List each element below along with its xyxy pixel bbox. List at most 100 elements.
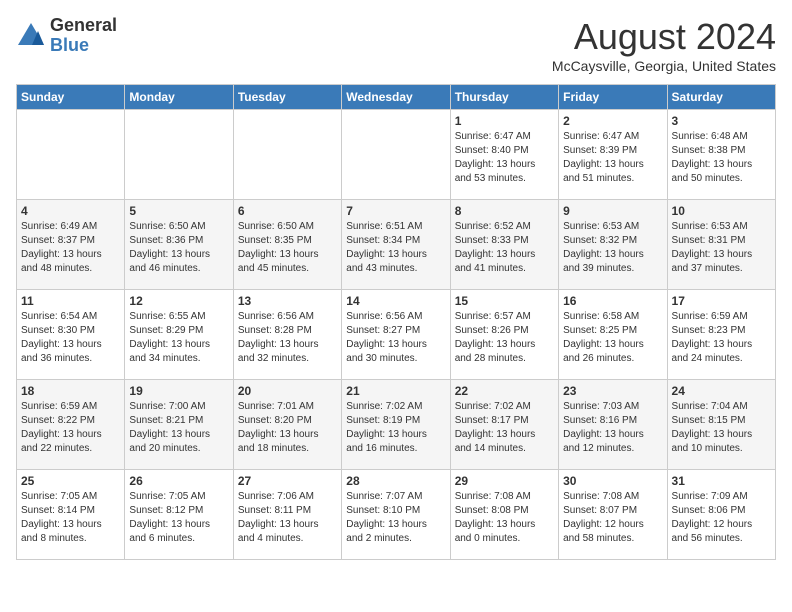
day-info: Sunrise: 7:07 AM Sunset: 8:10 PM Dayligh…	[346, 490, 445, 546]
day-info: Sunrise: 7:04 AM Sunset: 8:15 PM Dayligh…	[672, 400, 771, 456]
day-cell	[233, 110, 341, 200]
day-cell: 22 Sunrise: 7:02 AM Sunset: 8:17 PM Dayli…	[450, 380, 558, 470]
logo-text: General Blue	[50, 16, 117, 56]
day-info: Sunrise: 7:06 AM Sunset: 8:11 PM Dayligh…	[238, 490, 337, 546]
header-tuesday: Tuesday	[233, 85, 341, 110]
day-info: Sunrise: 7:05 AM Sunset: 8:14 PM Dayligh…	[21, 490, 120, 546]
day-number: 16	[563, 294, 662, 308]
day-info: Sunrise: 7:00 AM Sunset: 8:21 PM Dayligh…	[129, 400, 228, 456]
page-header: General Blue August 2024 McCaysville, Ge…	[16, 16, 776, 74]
day-cell: 30Sunrise: 7:08 AM Sunset: 8:07 PM Dayli…	[559, 470, 667, 560]
day-info: Sunrise: 7:03 AM Sunset: 8:16 PM Dayligh…	[563, 400, 662, 456]
day-number: 10	[672, 204, 771, 218]
day-number: 31	[672, 474, 771, 488]
day-info: Sunrise: 6:54 AM Sunset: 8:30 PM Dayligh…	[21, 310, 120, 366]
day-info: Sunrise: 6:52 AM Sunset: 8:33 PM Dayligh…	[455, 220, 554, 276]
day-info: Sunrise: 6:47 AM Sunset: 8:40 PM Dayligh…	[455, 130, 554, 186]
day-info: Sunrise: 6:57 AM Sunset: 8:26 PM Dayligh…	[455, 310, 554, 366]
day-number: 24	[672, 384, 771, 398]
day-info: Sunrise: 7:02 AM Sunset: 8:17 PM Dayligh…	[455, 400, 554, 456]
day-info: Sunrise: 6:59 AM Sunset: 8:23 PM Dayligh…	[672, 310, 771, 366]
day-info: Sunrise: 6:47 AM Sunset: 8:39 PM Dayligh…	[563, 130, 662, 186]
logo-general: General	[50, 16, 117, 36]
day-cell: 23 Sunrise: 7:03 AM Sunset: 8:16 PM Dayli…	[559, 380, 667, 470]
day-cell: 17 Sunrise: 6:59 AM Sunset: 8:23 PM Dayli…	[667, 290, 775, 380]
day-cell: 12 Sunrise: 6:55 AM Sunset: 8:29 PM Dayli…	[125, 290, 233, 380]
day-info: Sunrise: 6:53 AM Sunset: 8:32 PM Dayligh…	[563, 220, 662, 276]
day-info: Sunrise: 6:48 AM Sunset: 8:38 PM Dayligh…	[672, 130, 771, 186]
day-number: 8	[455, 204, 554, 218]
day-number: 4	[21, 204, 120, 218]
day-number: 20	[238, 384, 337, 398]
day-cell: 20 Sunrise: 7:01 AM Sunset: 8:20 PM Dayli…	[233, 380, 341, 470]
header-friday: Friday	[559, 85, 667, 110]
header-row: SundayMondayTuesdayWednesdayThursdayFrid…	[17, 85, 776, 110]
day-number: 29	[455, 474, 554, 488]
day-info: Sunrise: 6:53 AM Sunset: 8:31 PM Dayligh…	[672, 220, 771, 276]
day-cell: 10 Sunrise: 6:53 AM Sunset: 8:31 PM Dayli…	[667, 200, 775, 290]
day-info: Sunrise: 6:49 AM Sunset: 8:37 PM Dayligh…	[21, 220, 120, 276]
day-info: Sunrise: 7:08 AM Sunset: 8:08 PM Dayligh…	[455, 490, 554, 546]
day-cell: 1 Sunrise: 6:47 AM Sunset: 8:40 PM Daylig…	[450, 110, 558, 200]
day-cell: 14Sunrise: 6:56 AM Sunset: 8:27 PM Dayli…	[342, 290, 450, 380]
day-number: 13	[238, 294, 337, 308]
day-info: Sunrise: 6:58 AM Sunset: 8:25 PM Dayligh…	[563, 310, 662, 366]
day-number: 26	[129, 474, 228, 488]
day-cell: 19Sunrise: 7:00 AM Sunset: 8:21 PM Dayli…	[125, 380, 233, 470]
day-cell: 26 Sunrise: 7:05 AM Sunset: 8:12 PM Dayli…	[125, 470, 233, 560]
day-cell: 29 Sunrise: 7:08 AM Sunset: 8:08 PM Dayli…	[450, 470, 558, 560]
day-cell: 6 Sunrise: 6:50 AM Sunset: 8:35 PM Daylig…	[233, 200, 341, 290]
day-info: Sunrise: 6:50 AM Sunset: 8:36 PM Dayligh…	[129, 220, 228, 276]
day-info: Sunrise: 7:08 AM Sunset: 8:07 PM Dayligh…	[563, 490, 662, 546]
day-cell: 2Sunrise: 6:47 AM Sunset: 8:39 PM Daylig…	[559, 110, 667, 200]
day-info: Sunrise: 7:09 AM Sunset: 8:06 PM Dayligh…	[672, 490, 771, 546]
day-number: 22	[455, 384, 554, 398]
day-cell: 28 Sunrise: 7:07 AM Sunset: 8:10 PM Dayli…	[342, 470, 450, 560]
day-number: 18	[21, 384, 120, 398]
day-number: 28	[346, 474, 445, 488]
day-cell: 8 Sunrise: 6:52 AM Sunset: 8:33 PM Daylig…	[450, 200, 558, 290]
location: McCaysville, Georgia, United States	[552, 58, 776, 74]
day-cell: 5 Sunrise: 6:50 AM Sunset: 8:36 PM Daylig…	[125, 200, 233, 290]
day-cell	[342, 110, 450, 200]
week-row-0: 1 Sunrise: 6:47 AM Sunset: 8:40 PM Daylig…	[17, 110, 776, 200]
day-cell: 31 Sunrise: 7:09 AM Sunset: 8:06 PM Dayli…	[667, 470, 775, 560]
day-number: 23	[563, 384, 662, 398]
calendar-table: SundayMondayTuesdayWednesdayThursdayFrid…	[16, 84, 776, 560]
day-cell: 3Sunrise: 6:48 AM Sunset: 8:38 PM Daylig…	[667, 110, 775, 200]
day-info: Sunrise: 7:05 AM Sunset: 8:12 PM Dayligh…	[129, 490, 228, 546]
day-cell: 25 Sunrise: 7:05 AM Sunset: 8:14 PM Dayli…	[17, 470, 125, 560]
day-info: Sunrise: 7:01 AM Sunset: 8:20 PM Dayligh…	[238, 400, 337, 456]
day-number: 17	[672, 294, 771, 308]
day-number: 7	[346, 204, 445, 218]
week-row-3: 18Sunrise: 6:59 AM Sunset: 8:22 PM Dayli…	[17, 380, 776, 470]
day-cell	[125, 110, 233, 200]
month-title: August 2024	[552, 16, 776, 58]
day-info: Sunrise: 7:02 AM Sunset: 8:19 PM Dayligh…	[346, 400, 445, 456]
day-cell: 7 Sunrise: 6:51 AM Sunset: 8:34 PM Daylig…	[342, 200, 450, 290]
day-number: 5	[129, 204, 228, 218]
week-row-2: 11Sunrise: 6:54 AM Sunset: 8:30 PM Dayli…	[17, 290, 776, 380]
day-info: Sunrise: 6:50 AM Sunset: 8:35 PM Dayligh…	[238, 220, 337, 276]
day-cell: 13Sunrise: 6:56 AM Sunset: 8:28 PM Dayli…	[233, 290, 341, 380]
header-wednesday: Wednesday	[342, 85, 450, 110]
day-info: Sunrise: 6:51 AM Sunset: 8:34 PM Dayligh…	[346, 220, 445, 276]
logo-blue: Blue	[50, 36, 117, 56]
day-cell: 21Sunrise: 7:02 AM Sunset: 8:19 PM Dayli…	[342, 380, 450, 470]
day-info: Sunrise: 6:55 AM Sunset: 8:29 PM Dayligh…	[129, 310, 228, 366]
day-number: 25	[21, 474, 120, 488]
day-number: 1	[455, 114, 554, 128]
day-cell: 16 Sunrise: 6:58 AM Sunset: 8:25 PM Dayli…	[559, 290, 667, 380]
header-saturday: Saturday	[667, 85, 775, 110]
day-number: 6	[238, 204, 337, 218]
day-number: 12	[129, 294, 228, 308]
day-number: 9	[563, 204, 662, 218]
day-cell: 11Sunrise: 6:54 AM Sunset: 8:30 PM Dayli…	[17, 290, 125, 380]
day-cell: 18Sunrise: 6:59 AM Sunset: 8:22 PM Dayli…	[17, 380, 125, 470]
title-block: August 2024 McCaysville, Georgia, United…	[552, 16, 776, 74]
day-cell	[17, 110, 125, 200]
day-cell: 4 Sunrise: 6:49 AM Sunset: 8:37 PM Daylig…	[17, 200, 125, 290]
header-thursday: Thursday	[450, 85, 558, 110]
logo-icon	[16, 21, 46, 51]
week-row-1: 4 Sunrise: 6:49 AM Sunset: 8:37 PM Daylig…	[17, 200, 776, 290]
